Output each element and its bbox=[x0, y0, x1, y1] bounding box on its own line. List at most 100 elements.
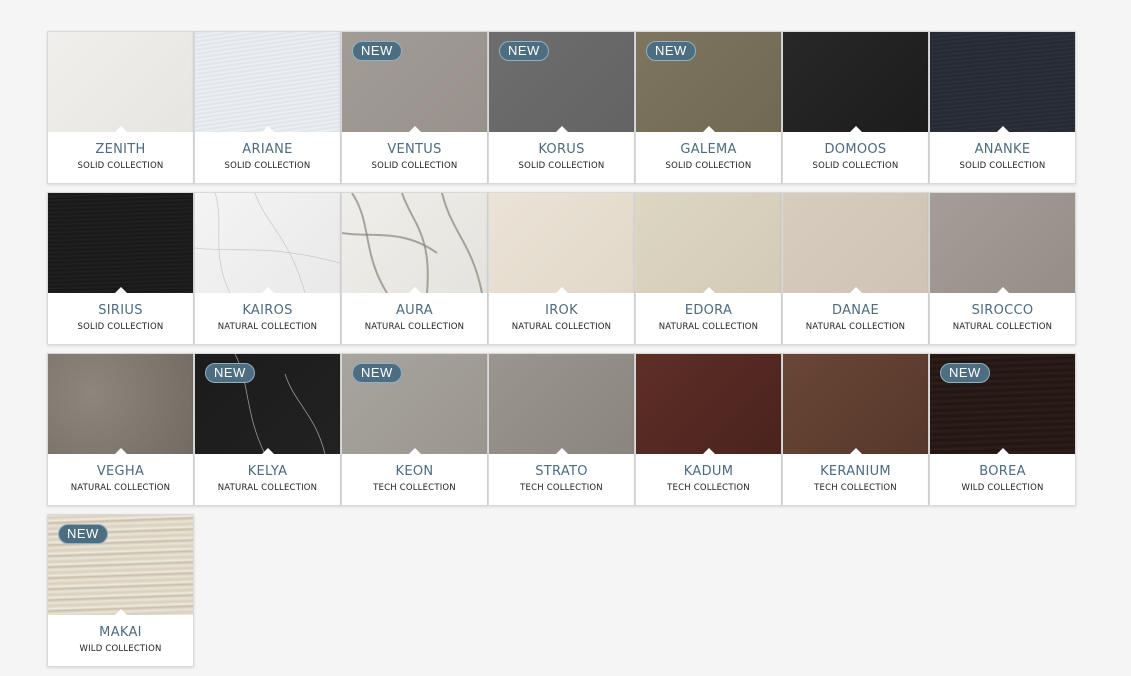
product-collection: NATURAL COLLECTION bbox=[952, 322, 1053, 332]
swatch-pointer bbox=[848, 126, 863, 132]
product-swatch: NEW bbox=[48, 515, 193, 615]
marble-veins bbox=[195, 193, 340, 293]
product-collection: NATURAL COLLECTION bbox=[217, 483, 318, 493]
product-collection: SOLID COLLECTION bbox=[518, 161, 605, 171]
new-badge: NEW bbox=[205, 363, 255, 383]
product-swatch bbox=[783, 354, 928, 454]
product-swatch bbox=[783, 193, 928, 293]
product-card-galema[interactable]: NEW GALEMA SOLID COLLECTION bbox=[635, 31, 782, 184]
swatch-pointer bbox=[260, 126, 275, 132]
product-collection: TECH COLLECTION bbox=[814, 483, 897, 493]
product-card-kairos[interactable]: KAIROS NATURAL COLLECTION bbox=[194, 192, 341, 345]
product-card-makai[interactable]: NEW MAKAI WILD COLLECTION bbox=[47, 514, 194, 667]
product-swatch: NEW bbox=[489, 32, 634, 132]
product-card-zenith[interactable]: ZENITH SOLID COLLECTION bbox=[47, 31, 194, 184]
product-swatch bbox=[195, 32, 340, 132]
product-collection: WILD COLLECTION bbox=[961, 483, 1044, 493]
swatch-pointer bbox=[113, 126, 128, 132]
product-collection: NATURAL COLLECTION bbox=[70, 483, 171, 493]
product-name: KEON bbox=[395, 464, 434, 479]
swatch-pointer bbox=[113, 287, 128, 293]
product-card-edora[interactable]: EDORA NATURAL COLLECTION bbox=[635, 192, 782, 345]
product-name: SIROCCO bbox=[971, 303, 1034, 318]
new-badge: NEW bbox=[940, 363, 990, 383]
swatch-pointer bbox=[113, 609, 128, 615]
product-name: KADUM bbox=[683, 464, 734, 479]
product-name: SIRIUS bbox=[98, 303, 143, 318]
product-name: MAKAI bbox=[99, 625, 142, 640]
swatch-pointer bbox=[554, 448, 569, 454]
product-swatch bbox=[930, 193, 1075, 293]
product-swatch: NEW bbox=[195, 354, 340, 454]
product-collection: SOLID COLLECTION bbox=[959, 161, 1046, 171]
product-swatch bbox=[636, 193, 781, 293]
swatch-pointer bbox=[260, 448, 275, 454]
product-card-kelya[interactable]: NEW KELYA NATURAL COLLECTION bbox=[194, 353, 341, 506]
product-card-danae[interactable]: DANAE NATURAL COLLECTION bbox=[782, 192, 929, 345]
product-card-kadum[interactable]: KADUM TECH COLLECTION bbox=[635, 353, 782, 506]
product-collection: TECH COLLECTION bbox=[373, 483, 456, 493]
product-collection: SOLID COLLECTION bbox=[812, 161, 899, 171]
product-name: STRATO bbox=[535, 464, 588, 479]
swatch-pointer bbox=[260, 287, 275, 293]
marble-veins bbox=[342, 193, 483, 293]
product-swatch bbox=[783, 32, 928, 132]
new-badge: NEW bbox=[58, 524, 108, 544]
product-card-keon[interactable]: NEW KEON TECH COLLECTION bbox=[341, 353, 488, 506]
swatch-pointer bbox=[995, 448, 1010, 454]
product-name: AURA bbox=[395, 303, 433, 318]
product-swatch bbox=[342, 193, 487, 293]
product-card-ventus[interactable]: NEW VENTUS SOLID COLLECTION bbox=[341, 31, 488, 184]
swatch-pointer bbox=[848, 448, 863, 454]
product-card-ariane[interactable]: ARIANE SOLID COLLECTION bbox=[194, 31, 341, 184]
swatch-pointer bbox=[701, 448, 716, 454]
product-name: ZENITH bbox=[95, 142, 146, 157]
product-swatch: NEW bbox=[342, 354, 487, 454]
product-swatch bbox=[489, 193, 634, 293]
product-name: KELYA bbox=[247, 464, 288, 479]
swatch-pointer bbox=[701, 287, 716, 293]
product-name: VENTUS bbox=[387, 142, 442, 157]
product-name: DANAE bbox=[831, 303, 879, 318]
product-swatch bbox=[195, 193, 340, 293]
product-swatch bbox=[636, 354, 781, 454]
product-name: ARIANE bbox=[242, 142, 293, 157]
product-card-domoos[interactable]: DOMOOS SOLID COLLECTION bbox=[782, 31, 929, 184]
product-swatch bbox=[48, 193, 193, 293]
product-name: ANANKE bbox=[974, 142, 1031, 157]
product-card-aura[interactable]: AURA NATURAL COLLECTION bbox=[341, 192, 488, 345]
product-collection: NATURAL COLLECTION bbox=[217, 322, 318, 332]
product-card-irok[interactable]: IROK NATURAL COLLECTION bbox=[488, 192, 635, 345]
product-name: VEGHA bbox=[96, 464, 145, 479]
swatch-pointer bbox=[848, 287, 863, 293]
product-card-keranium[interactable]: KERANIUM TECH COLLECTION bbox=[782, 353, 929, 506]
new-badge: NEW bbox=[352, 363, 402, 383]
swatch-pointer bbox=[407, 126, 422, 132]
product-collection: SOLID COLLECTION bbox=[77, 161, 164, 171]
product-card-ananke[interactable]: ANANKE SOLID COLLECTION bbox=[929, 31, 1076, 184]
swatch-pointer bbox=[995, 126, 1010, 132]
swatch-pointer bbox=[554, 126, 569, 132]
product-collection: NATURAL COLLECTION bbox=[364, 322, 465, 332]
product-card-sirocco[interactable]: SIROCCO NATURAL COLLECTION bbox=[929, 192, 1076, 345]
product-card-strato[interactable]: STRATO TECH COLLECTION bbox=[488, 353, 635, 506]
product-card-vegha[interactable]: VEGHA NATURAL COLLECTION bbox=[47, 353, 194, 506]
product-swatch: NEW bbox=[342, 32, 487, 132]
product-name: IROK bbox=[545, 303, 578, 318]
new-badge: NEW bbox=[499, 41, 549, 61]
product-swatch bbox=[48, 354, 193, 454]
swatch-pointer bbox=[407, 287, 422, 293]
product-card-borea[interactable]: NEW BOREA WILD COLLECTION bbox=[929, 353, 1076, 506]
product-collection: SOLID COLLECTION bbox=[371, 161, 458, 171]
product-card-korus[interactable]: NEW KORUS SOLID COLLECTION bbox=[488, 31, 635, 184]
product-swatch bbox=[489, 354, 634, 454]
swatch-pointer bbox=[554, 287, 569, 293]
product-swatch bbox=[930, 32, 1075, 132]
swatch-pointer bbox=[113, 448, 128, 454]
product-swatch bbox=[48, 32, 193, 132]
product-card-sirius[interactable]: SIRIUS SOLID COLLECTION bbox=[47, 192, 194, 345]
product-name: KERANIUM bbox=[820, 464, 891, 479]
product-name: EDORA bbox=[684, 303, 733, 318]
product-collection: SOLID COLLECTION bbox=[665, 161, 752, 171]
swatch-pointer bbox=[995, 287, 1010, 293]
